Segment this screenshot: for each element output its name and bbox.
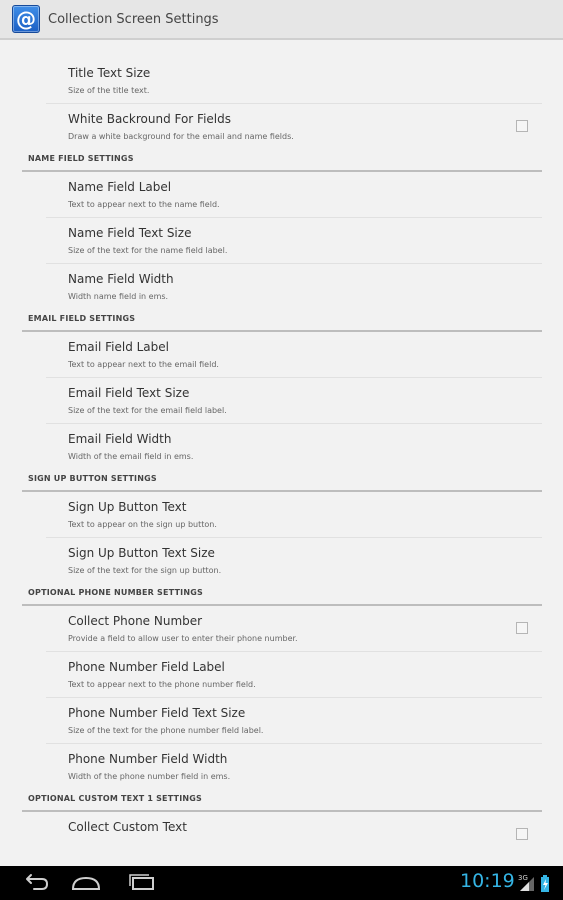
back-icon[interactable]: [14, 870, 54, 896]
system-navigation-bar: 10:19 3G: [0, 866, 563, 900]
preference-item[interactable]: Phone Number Field Width Width of the pho…: [46, 744, 542, 790]
list-top-spacer: [22, 40, 542, 58]
preference-title: Name Field Text Size: [68, 226, 192, 240]
preference-item[interactable]: Collect Custom Text: [46, 812, 542, 858]
home-icon[interactable]: [66, 870, 106, 896]
network-type-label: 3G: [518, 874, 528, 882]
preference-summary: Size of the title text.: [68, 86, 150, 95]
preference-item[interactable]: Name Field Label Text to appear next to t…: [46, 172, 542, 218]
preference-title: Sign Up Button Text: [68, 500, 187, 514]
preference-summary: Size of the text for the phone number fi…: [68, 726, 264, 735]
preference-item[interactable]: Phone Number Field Text Size Size of the …: [46, 698, 542, 744]
preference-summary: Width of the phone number field in ems.: [68, 772, 231, 781]
preference-item[interactable]: Sign Up Button Text Size Size of the text…: [46, 538, 542, 584]
battery-charging-icon: [541, 875, 549, 892]
preference-summary: Provide a field to allow user to enter t…: [68, 634, 298, 643]
preference-title: Sign Up Button Text Size: [68, 546, 215, 560]
preference-group: Email Field Label Text to appear next to …: [22, 332, 542, 470]
page-title: Collection Screen Settings: [48, 11, 219, 27]
preference-title: Name Field Width: [68, 272, 174, 286]
preference-title: Phone Number Field Width: [68, 752, 228, 766]
preference-group: Title Text Size Size of the title text. Wh…: [22, 58, 542, 150]
preference-item[interactable]: Email Field Text Size Size of the text fo…: [46, 378, 542, 424]
category-header: OPTIONAL PHONE NUMBER SETTINGS: [22, 584, 542, 606]
preference-summary: Size of the text for the sign up button.: [68, 566, 222, 575]
category-title: SIGN UP BUTTON SETTINGS: [28, 474, 157, 483]
preference-item[interactable]: Email Field Width Width of the email fiel…: [46, 424, 542, 470]
preference-summary: Text to appear next to the phone number …: [68, 680, 256, 689]
preference-item[interactable]: Title Text Size Size of the title text.: [46, 58, 542, 104]
preference-summary: Text to appear on the sign up button.: [68, 520, 217, 529]
preference-item[interactable]: Name Field Width Width name field in ems.: [46, 264, 542, 310]
category-title: OPTIONAL CUSTOM TEXT 1 SETTINGS: [28, 794, 203, 803]
action-bar: @ Collection Screen Settings: [0, 0, 563, 40]
preference-summary: Width of the email field in ems.: [68, 452, 194, 461]
preference-title: Title Text Size: [68, 66, 151, 80]
preference-item[interactable]: Phone Number Field Label Text to appear n…: [46, 652, 542, 698]
preference-summary: Text to appear next to the email field.: [68, 360, 219, 369]
preference-item[interactable]: Name Field Text Size Size of the text for…: [46, 218, 542, 264]
checkbox[interactable]: [516, 622, 528, 634]
preference-title: Collect Phone Number: [68, 614, 203, 628]
recent-apps-icon[interactable]: [122, 870, 162, 896]
preference-group: Collect Custom Text: [22, 812, 542, 858]
preference-title: Name Field Label: [68, 180, 172, 194]
preference-item[interactable]: Sign Up Button Text Text to appear on the…: [46, 492, 542, 538]
preference-group: Name Field Label Text to appear next to t…: [22, 172, 542, 310]
preference-title: Phone Number Field Text Size: [68, 706, 246, 720]
preference-group: Collect Phone Number Provide a field to a…: [22, 606, 542, 790]
checkbox[interactable]: [516, 828, 528, 840]
category-header: NAME FIELD SETTINGS: [22, 150, 542, 172]
preference-summary: Text to appear next to the name field.: [68, 200, 220, 209]
clock[interactable]: 10:19: [460, 870, 515, 892]
preference-title: Email Field Width: [68, 432, 172, 446]
preference-list[interactable]: Title Text Size Size of the title text. Wh…: [22, 40, 542, 865]
checkbox[interactable]: [516, 120, 528, 132]
preference-title: White Backround For Fields: [68, 112, 232, 126]
preference-item[interactable]: White Backround For Fields Draw a white b…: [46, 104, 542, 150]
category-header: OPTIONAL CUSTOM TEXT 1 SETTINGS: [22, 790, 542, 812]
category-title: OPTIONAL PHONE NUMBER SETTINGS: [28, 588, 203, 597]
preference-title: Phone Number Field Label: [68, 660, 225, 674]
preference-summary: Width name field in ems.: [68, 292, 169, 301]
preference-summary: Size of the text for the email field lab…: [68, 406, 227, 415]
category-header: SIGN UP BUTTON SETTINGS: [22, 470, 542, 492]
category-title: EMAIL FIELD SETTINGS: [28, 314, 136, 323]
category-title: NAME FIELD SETTINGS: [28, 154, 134, 163]
preference-item[interactable]: Email Field Label Text to appear next to …: [46, 332, 542, 378]
status-indicators[interactable]: 3G: [518, 871, 558, 895]
preference-title: Email Field Text Size: [68, 386, 190, 400]
category-header: EMAIL FIELD SETTINGS: [22, 310, 542, 332]
preference-summary: Draw a white background for the email an…: [68, 132, 294, 141]
at-sign-icon[interactable]: @: [12, 5, 40, 33]
preference-title: Email Field Label: [68, 340, 169, 354]
preference-title: Collect Custom Text: [68, 820, 187, 834]
preference-summary: Size of the text for the name field labe…: [68, 246, 228, 255]
preference-group: Sign Up Button Text Text to appear on the…: [22, 492, 542, 584]
preference-item[interactable]: Collect Phone Number Provide a field to a…: [46, 606, 542, 652]
